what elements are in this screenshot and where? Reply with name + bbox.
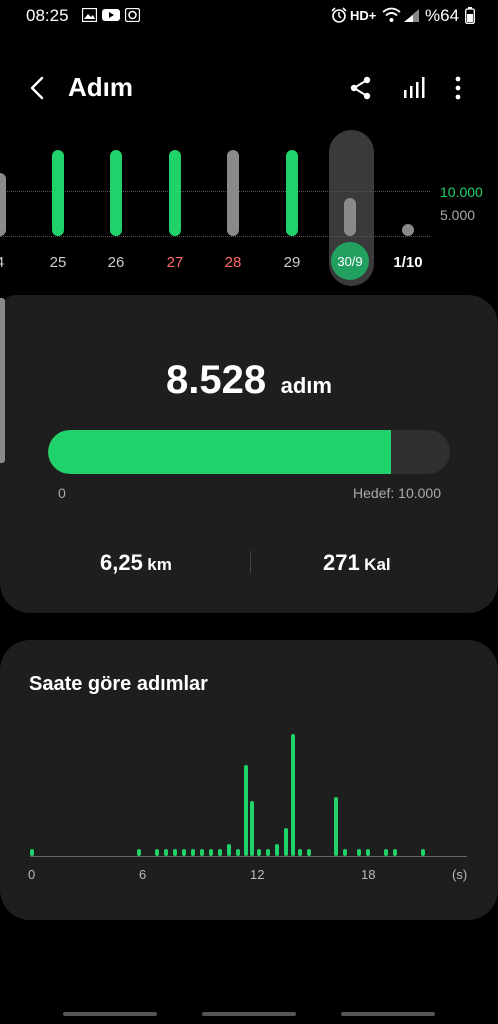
more-options-icon[interactable] bbox=[454, 76, 462, 100]
goal-line-5000 bbox=[0, 236, 430, 237]
hour-bar bbox=[155, 848, 160, 856]
distance-value: 6,25 bbox=[100, 550, 143, 575]
day-bar-26[interactable] bbox=[110, 150, 122, 236]
x-tick-12: 12 bbox=[250, 867, 265, 882]
day-bar-29[interactable] bbox=[286, 150, 298, 236]
day-label-27[interactable]: 27 bbox=[155, 254, 195, 271]
hour-bar bbox=[357, 848, 361, 856]
hour-bar bbox=[164, 848, 169, 856]
hour-bar bbox=[365, 848, 370, 856]
x-tick-18: 18 bbox=[361, 867, 376, 882]
steps-display: 8.528 adım bbox=[0, 358, 498, 403]
hour-bar bbox=[208, 848, 213, 856]
hourly-axis-line bbox=[30, 856, 467, 857]
day-bar-30/9[interactable] bbox=[344, 198, 356, 236]
calories-value: 271 bbox=[323, 550, 360, 575]
day-label-26[interactable]: 26 bbox=[96, 254, 136, 271]
battery-icon bbox=[465, 7, 475, 24]
day-bar-27[interactable] bbox=[169, 150, 181, 236]
progress-target-label: Hedef: 10.000 bbox=[353, 485, 441, 501]
hour-bar bbox=[249, 801, 254, 856]
hour-bar bbox=[306, 848, 311, 856]
alarm-icon bbox=[331, 7, 347, 23]
gallery-icon bbox=[82, 8, 97, 22]
hour-bar bbox=[383, 848, 388, 856]
calories-stat: 271 Kal bbox=[323, 550, 391, 576]
weekly-chart[interactable]: 10.000 5.000 4 25 26 27 28 29 30/9 1/10 bbox=[0, 130, 498, 290]
status-time: 08:25 bbox=[26, 6, 69, 25]
hour-bar bbox=[190, 848, 195, 856]
day-label-29[interactable]: 29 bbox=[272, 254, 312, 271]
progress-min-label: 0 bbox=[58, 485, 66, 501]
record-icon bbox=[125, 8, 140, 22]
goal-line-10000 bbox=[0, 191, 430, 192]
steps-count: 8.528 bbox=[166, 358, 267, 402]
hour-bar bbox=[172, 848, 177, 856]
hour-bar bbox=[392, 848, 397, 856]
day-bar-25[interactable] bbox=[52, 150, 64, 236]
stat-divider bbox=[250, 551, 251, 573]
calories-unit: Kal bbox=[364, 555, 391, 574]
goal-label-5000: 5.000 bbox=[440, 207, 476, 223]
signal-icon bbox=[404, 9, 419, 22]
nav-home[interactable] bbox=[202, 1012, 296, 1016]
day-label-25[interactable]: 25 bbox=[38, 254, 78, 271]
hour-bar bbox=[274, 843, 279, 856]
hour-bar bbox=[181, 848, 186, 856]
status-bar: 08:25 HD+ %64 bbox=[0, 0, 498, 32]
hour-bar bbox=[283, 827, 288, 856]
x-axis-unit: (s) bbox=[452, 867, 468, 882]
distance-unit: km bbox=[147, 555, 172, 574]
hour-bar bbox=[226, 843, 231, 856]
x-tick-6: 6 bbox=[139, 867, 147, 882]
share-icon[interactable] bbox=[350, 76, 372, 100]
hour-bar bbox=[342, 848, 347, 856]
nav-back[interactable] bbox=[341, 1012, 435, 1016]
day-label-1/10[interactable]: 1/10 bbox=[388, 254, 428, 271]
hour-bar bbox=[256, 848, 261, 856]
hour-bar bbox=[30, 848, 34, 856]
x-tick-0: 0 bbox=[28, 867, 36, 882]
nav-recent-apps[interactable] bbox=[63, 1012, 157, 1016]
day-bar-1/10[interactable] bbox=[402, 224, 414, 236]
hour-bar bbox=[217, 848, 222, 856]
hour-bar bbox=[421, 848, 426, 856]
hour-bar bbox=[244, 764, 249, 856]
wifi-icon bbox=[382, 7, 401, 22]
steps-progress-bar bbox=[48, 430, 450, 474]
hour-bar bbox=[235, 848, 240, 856]
day-label-28[interactable]: 28 bbox=[213, 254, 253, 271]
steps-unit: adım bbox=[280, 373, 332, 398]
back-arrow-icon[interactable] bbox=[28, 76, 46, 100]
hourly-title: Saate göre adımlar bbox=[29, 673, 208, 695]
page-title: Adım bbox=[68, 72, 133, 102]
day-label-30/9[interactable]: 30/9 bbox=[331, 242, 369, 280]
hour-bar bbox=[333, 797, 338, 856]
hour-bar bbox=[137, 848, 142, 856]
battery-label: %64 bbox=[425, 6, 460, 25]
hour-bar bbox=[265, 848, 270, 856]
stats-icon[interactable] bbox=[403, 76, 425, 98]
hour-bar bbox=[290, 734, 295, 856]
goal-label-10000: 10.000 bbox=[440, 184, 483, 200]
youtube-icon bbox=[102, 9, 120, 21]
day-bar-4[interactable] bbox=[0, 173, 6, 236]
distance-stat: 6,25 km bbox=[100, 550, 172, 576]
day-bar-28[interactable] bbox=[227, 150, 239, 236]
steps-progress-fill bbox=[48, 430, 391, 474]
hour-bar bbox=[298, 848, 303, 856]
hour-bar bbox=[199, 848, 204, 856]
day-label-4[interactable]: 4 bbox=[0, 254, 20, 271]
network-label: HD+ bbox=[350, 8, 377, 23]
